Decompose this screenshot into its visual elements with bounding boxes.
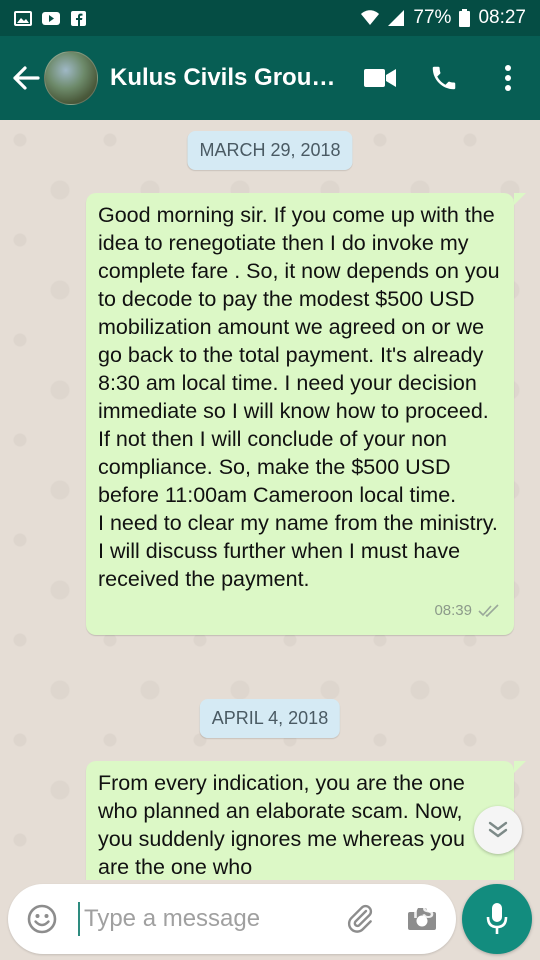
- message-list[interactable]: MARCH 29, 2018 Good morning sir. If you …: [0, 120, 540, 880]
- message-text: Good morning sir. If you come up with th…: [98, 203, 500, 591]
- clock: 08:27: [478, 7, 526, 28]
- video-call-button[interactable]: [348, 46, 412, 110]
- signal-icon: [388, 10, 405, 26]
- date-divider: MARCH 29, 2018: [187, 131, 353, 170]
- chat-header: Kulus Civils Grou…: [0, 36, 540, 120]
- more-vert-icon: [505, 65, 511, 91]
- status-bar: 77% 08:27: [0, 0, 540, 36]
- back-arrow-icon: [13, 66, 40, 90]
- message-text: From every indication, you are the one w…: [98, 771, 465, 879]
- message-input[interactable]: Type a message: [78, 902, 340, 936]
- double-check-icon: [478, 604, 499, 618]
- microphone-icon: [486, 903, 508, 934]
- youtube-notification-icon: [42, 11, 60, 25]
- double-chevron-down-icon: [488, 821, 508, 838]
- message-input-container: Type a message: [8, 884, 456, 954]
- facebook-notification-icon: [71, 10, 86, 26]
- wifi-icon: [361, 10, 380, 25]
- phone-icon: [432, 66, 456, 90]
- emoji-icon: [27, 904, 57, 934]
- battery-icon: [459, 9, 471, 27]
- voice-record-button[interactable]: [462, 884, 532, 954]
- watermark: TS: [410, 902, 436, 922]
- outgoing-message[interactable]: From every indication, you are the one w…: [86, 761, 526, 880]
- scroll-to-bottom-button[interactable]: [474, 806, 522, 854]
- video-camera-icon: [364, 69, 396, 87]
- gallery-notification-icon: [14, 10, 32, 26]
- more-options-button[interactable]: [476, 46, 540, 110]
- chat-title[interactable]: Kulus Civils Grou…: [110, 64, 340, 92]
- battery-percent: 77%: [413, 7, 452, 28]
- back-button[interactable]: [4, 56, 48, 100]
- message-time: 08:39: [434, 602, 472, 619]
- paperclip-icon: [347, 904, 373, 933]
- voice-call-button[interactable]: [412, 46, 476, 110]
- emoji-button[interactable]: [22, 899, 62, 939]
- date-divider: APRIL 4, 2018: [199, 699, 341, 738]
- compose-bar: Type a message: [0, 880, 540, 960]
- outgoing-message[interactable]: Good morning sir. If you come up with th…: [86, 193, 526, 635]
- attach-button[interactable]: [340, 899, 380, 939]
- group-avatar[interactable]: [44, 51, 98, 105]
